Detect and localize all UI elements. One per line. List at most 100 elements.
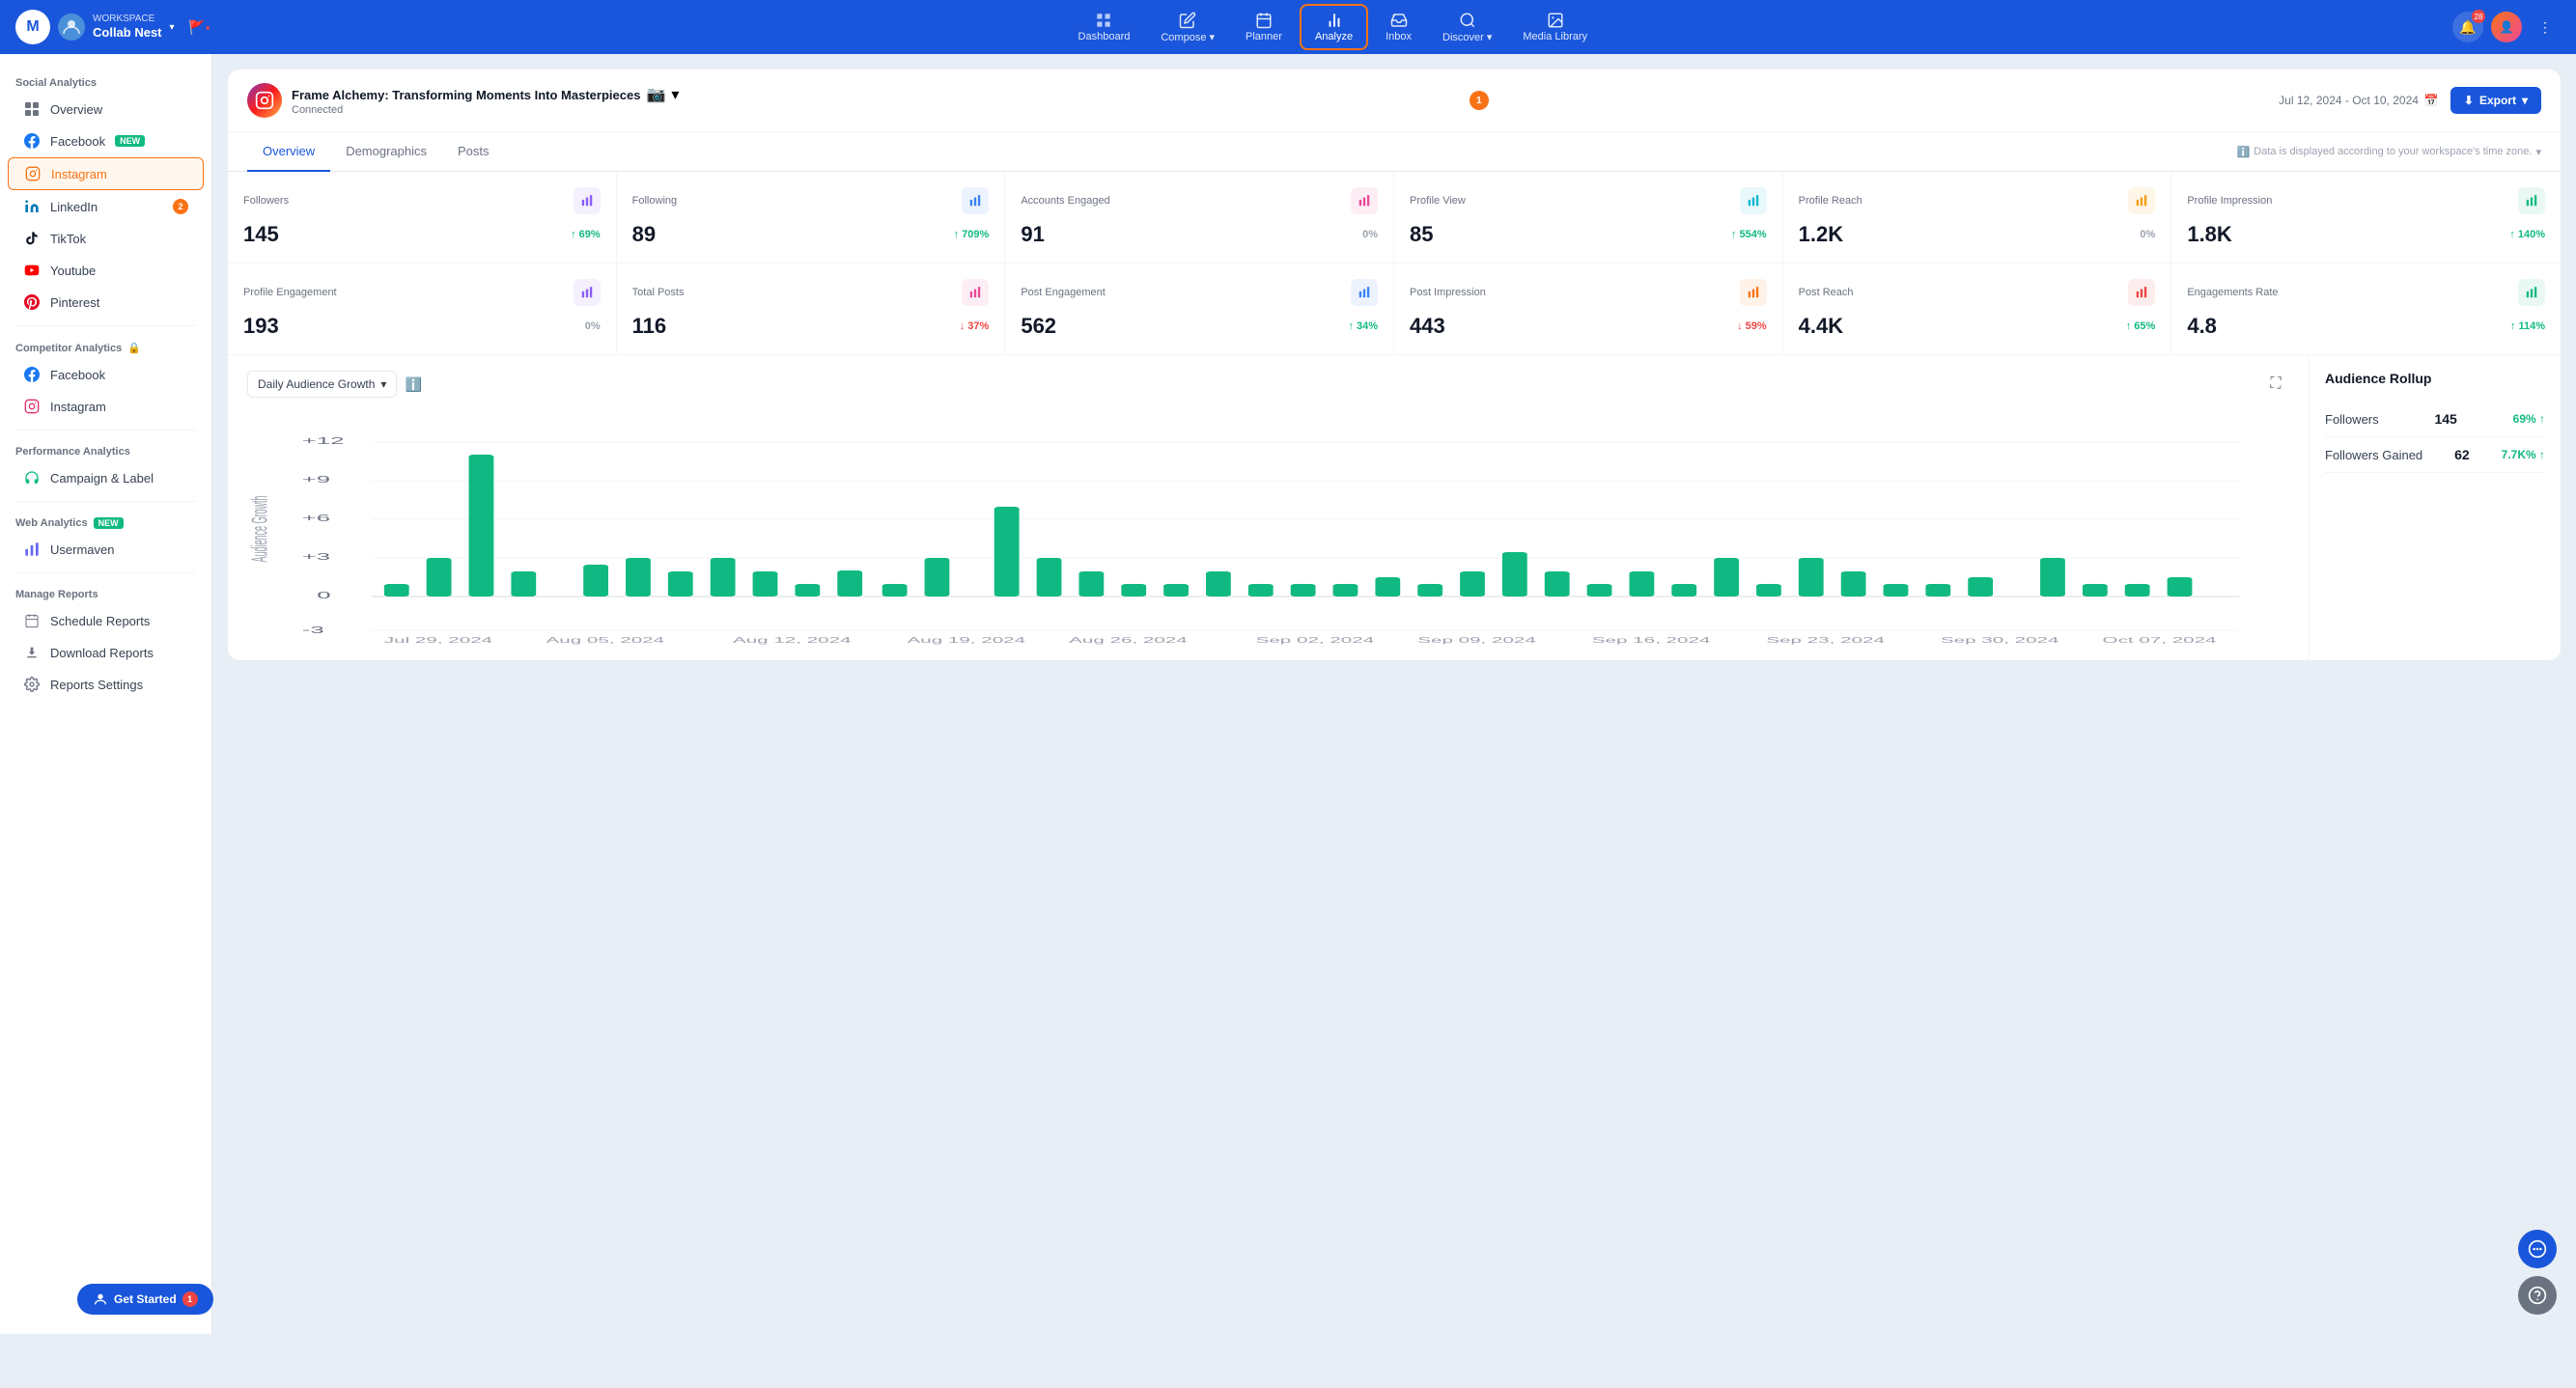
nav-analyze-label: Analyze	[1315, 31, 1353, 42]
grid-icon	[23, 100, 41, 118]
sidebar-item-linkedin[interactable]: LinkedIn 2	[8, 191, 204, 222]
stat-icon	[574, 279, 601, 306]
stats-row-2: Profile Engagement 193 0% Total Posts 11…	[228, 264, 2561, 355]
campaign-label: Campaign & Label	[50, 471, 154, 486]
nav-inbox[interactable]: Inbox	[1372, 6, 1425, 48]
stat-change: ↑ 65%	[2126, 320, 2156, 332]
nav-planner[interactable]: Planner	[1232, 6, 1296, 48]
stat-label-text: Following	[632, 195, 677, 207]
nav-media-library[interactable]: Media Library	[1509, 6, 1601, 48]
stat-label-text: Profile Reach	[1799, 195, 1862, 207]
sidebar-item-campaign[interactable]: Campaign & Label	[8, 462, 204, 493]
tab-posts[interactable]: Posts	[442, 132, 505, 172]
svg-text:Aug 05, 2024: Aug 05, 2024	[546, 636, 665, 645]
sidebar-item-pinterest[interactable]: Pinterest	[8, 287, 204, 318]
stat-change: 0%	[585, 320, 601, 332]
export-button[interactable]: ⬇ Export ▾	[2450, 87, 2541, 114]
svg-text:+9: +9	[302, 474, 330, 485]
svg-text:+3: +3	[302, 551, 331, 562]
web-analytics-section: Web Analytics NEW	[0, 510, 211, 533]
nav-discover-label: Discover ▾	[1442, 31, 1492, 43]
pinterest-label: Pinterest	[50, 295, 99, 310]
app-body: Social Analytics Overview Facebook NEW I…	[0, 54, 2576, 1334]
sidebar-item-tiktok[interactable]: TikTok	[8, 223, 204, 254]
get-started-button[interactable]: Get Started 1	[77, 1284, 213, 1315]
stat-change: ↓ 59%	[1737, 320, 1767, 332]
sidebar-item-schedule[interactable]: Schedule Reports	[8, 605, 204, 636]
stat-icon	[962, 187, 989, 214]
chart-dropdown-label: Daily Audience Growth	[258, 377, 375, 391]
info-icon: ℹ️	[2237, 146, 2251, 158]
stat-change: ↓ 37%	[960, 320, 990, 332]
content-tabs: Overview Demographics Posts ℹ️ Data is d…	[228, 132, 2561, 172]
workspace-chevron-icon: ▾	[170, 22, 175, 33]
stat-icon	[2518, 187, 2545, 214]
stat-value: 4.8	[2187, 314, 2217, 339]
nav-compose[interactable]: Compose ▾	[1147, 6, 1228, 49]
stat-label-text: Engagements Rate	[2187, 287, 2278, 298]
usermaven-icon	[23, 541, 41, 558]
chart-section: Daily Audience Growth ▾ ℹ️ ⛶ +12 +9 +6 +…	[228, 355, 2561, 660]
sidebar-item-reports-settings[interactable]: Reports Settings	[8, 669, 204, 700]
tiktok-icon	[23, 230, 41, 247]
comp-facebook-icon	[23, 366, 41, 383]
stat-change: ↑ 709%	[954, 229, 990, 240]
sidebar-item-youtube[interactable]: Youtube	[8, 255, 204, 286]
date-range: Jul 12, 2024 - Oct 10, 2024 📅	[2279, 94, 2439, 107]
app-logo[interactable]: M	[15, 10, 50, 44]
timezone-text: Data is displayed according to your work…	[2254, 146, 2532, 157]
linkedin-count-badge: 2	[173, 199, 188, 214]
tab-demographics[interactable]: Demographics	[330, 132, 442, 172]
workspace-selector[interactable]: WORKSPACE Collab Nest ▾	[58, 14, 175, 41]
tab-overview[interactable]: Overview	[247, 132, 330, 172]
stat-card-total-posts: Total Posts 116 ↓ 37%	[617, 264, 1006, 354]
sidebar-item-facebook[interactable]: Facebook NEW	[8, 125, 204, 156]
reports-settings-label: Reports Settings	[50, 678, 143, 692]
nav-dashboard[interactable]: Dashboard	[1065, 6, 1144, 48]
stat-card-post-impression: Post Impression 443 ↓ 59%	[1394, 264, 1783, 354]
calendar-icon[interactable]: 📅	[2424, 94, 2439, 107]
linkedin-label: LinkedIn	[50, 200, 98, 214]
stat-icon	[1351, 187, 1378, 214]
sidebar-item-comp-instagram[interactable]: Instagram	[8, 391, 204, 422]
nav-analyze[interactable]: Analyze	[1300, 4, 1368, 50]
chart-dropdown[interactable]: Daily Audience Growth ▾	[247, 371, 397, 398]
main-content: Frame Alchemy: Transforming Moments Into…	[212, 54, 2576, 1334]
stat-card-post-reach: Post Reach 4.4K ↑ 65%	[1783, 264, 2172, 354]
account-name: Frame Alchemy: Transforming Moments Into…	[292, 88, 640, 102]
chat-fab-button[interactable]	[2518, 1230, 2557, 1268]
help-fab-button[interactable]	[2518, 1276, 2557, 1315]
sidebar-item-download[interactable]: Download Reports	[8, 637, 204, 668]
sidebar-item-usermaven[interactable]: Usermaven	[8, 534, 204, 565]
svg-text:Sep 23, 2024: Sep 23, 2024	[1766, 636, 1885, 645]
sidebar-item-instagram[interactable]: Instagram	[8, 157, 204, 190]
pinterest-icon	[23, 293, 41, 311]
stat-card-accounts-engaged: Accounts Engaged 91 0%	[1005, 172, 1394, 263]
stats-row-1: Followers 145 ↑ 69% Following 89 ↑ 709%	[228, 172, 2561, 264]
facebook-new-badge: NEW	[115, 135, 145, 147]
account-dropdown-icon[interactable]: ▾	[671, 85, 679, 104]
rollup-followers-label: Followers	[2325, 412, 2379, 427]
stat-card-profile-reach: Profile Reach 1.2K 0%	[1783, 172, 2172, 263]
stat-card-profile-view: Profile View 85 ↑ 554%	[1394, 172, 1783, 263]
sidebar: Social Analytics Overview Facebook NEW I…	[0, 54, 212, 1334]
stat-card-profile-impression: Profile Impression 1.8K ↑ 140%	[2171, 172, 2561, 263]
tiktok-label: TikTok	[50, 232, 86, 246]
audience-rollup: Audience Rollup Followers 145 69% ↑ Foll…	[2310, 355, 2561, 660]
flag-button[interactable]: 🚩●	[186, 14, 213, 41]
nav-discover[interactable]: Discover ▾	[1429, 6, 1505, 49]
sidebar-item-comp-facebook[interactable]: Facebook	[8, 359, 204, 390]
divider-1	[15, 325, 196, 326]
more-options-button[interactable]: ⋮	[2530, 12, 2561, 42]
stat-icon	[574, 187, 601, 214]
header-right: Jul 12, 2024 - Oct 10, 2024 📅 ⬇ Export ▾	[2279, 87, 2541, 114]
user-avatar[interactable]: 👤	[2491, 12, 2522, 42]
stat-label-text: Accounts Engaged	[1021, 195, 1109, 207]
notifications-button[interactable]: 🔔 28	[2452, 12, 2483, 42]
stat-label-text: Post Engagement	[1021, 287, 1105, 298]
stat-label-text: Total Posts	[632, 287, 685, 298]
stat-change: ↑ 69%	[571, 229, 601, 240]
stat-value: 91	[1021, 222, 1044, 247]
chart-expand-button[interactable]: ⛶	[2262, 371, 2289, 398]
sidebar-item-overview[interactable]: Overview	[8, 94, 204, 125]
